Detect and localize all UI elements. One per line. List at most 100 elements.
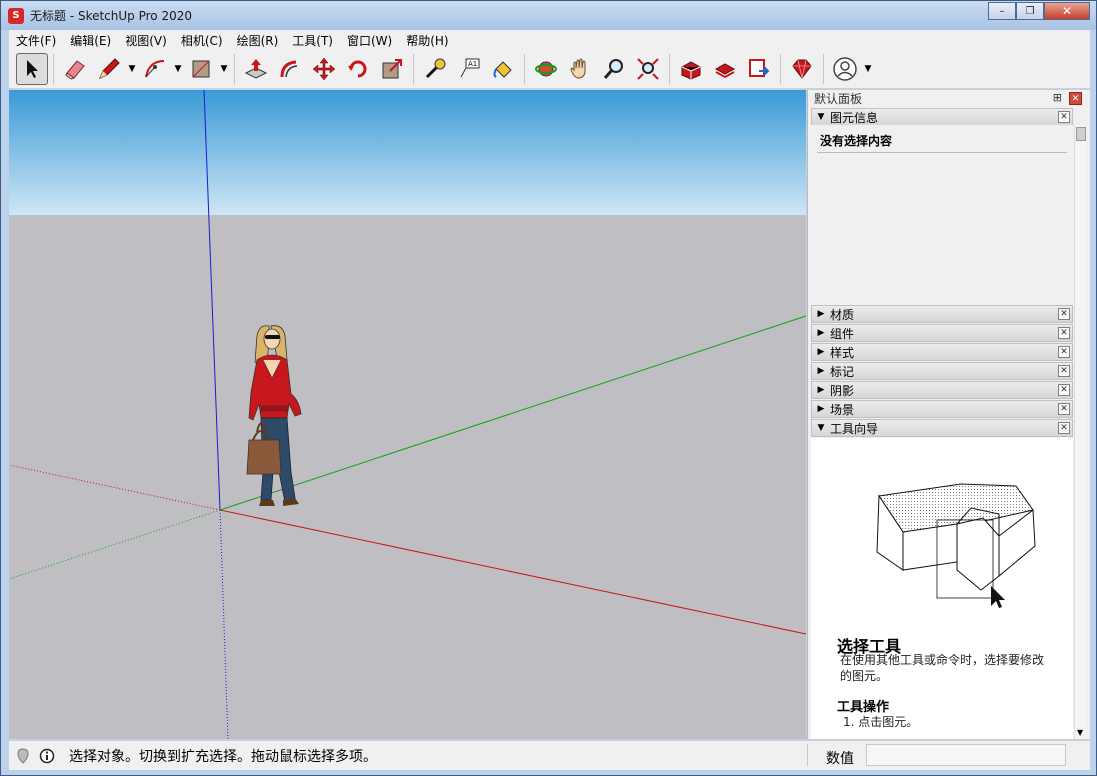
expanded-triangle-icon: ▼ bbox=[817, 112, 825, 122]
orbit-tool-button[interactable] bbox=[530, 53, 562, 85]
restore-button[interactable]: ❐ bbox=[1016, 2, 1044, 20]
tray-scenes[interactable]: ▶ 场景 ✕ bbox=[811, 400, 1073, 418]
arc-tool-button[interactable] bbox=[139, 53, 171, 85]
expanded-triangle-icon: ▼ bbox=[817, 423, 825, 433]
geolocation-icon[interactable] bbox=[13, 746, 33, 766]
tray-materials[interactable]: ▶ 材质 ✕ bbox=[811, 305, 1073, 323]
panel-title-bar: 默认面板 ⊞ ✕ bbox=[808, 90, 1090, 107]
offset-tool-button[interactable] bbox=[274, 53, 306, 85]
menu-window[interactable]: 窗口(W) bbox=[340, 32, 399, 49]
pin-icon[interactable]: ⊞ bbox=[1053, 91, 1062, 104]
arc-dropdown-icon[interactable]: ▼ bbox=[172, 53, 184, 85]
title-bar: S 无标题 - SketchUp Pro 2020 – ❐ ✕ bbox=[1, 1, 1096, 30]
push-pull-icon bbox=[244, 59, 268, 79]
tray-tags[interactable]: ▶ 标记 ✕ bbox=[811, 362, 1073, 380]
eraser-icon bbox=[65, 60, 85, 80]
window-title: 无标题 - SketchUp Pro 2020 bbox=[30, 9, 192, 23]
status-bar: 选择对象。切换到扩充选择。拖动鼠标选择多项。 数值 bbox=[9, 740, 1090, 770]
close-button[interactable]: ✕ bbox=[1044, 2, 1090, 20]
tray-close-icon[interactable]: ✕ bbox=[1058, 308, 1070, 320]
tray-close-icon[interactable]: ✕ bbox=[1058, 365, 1070, 377]
person-figure[interactable] bbox=[239, 322, 319, 512]
tape-measure-icon bbox=[425, 58, 446, 79]
guide-description: 在使用其他工具或命令时，选择要修改的图元。 bbox=[840, 653, 1045, 683]
send-to-layout-button[interactable] bbox=[743, 53, 775, 85]
tray-close-icon[interactable]: ✕ bbox=[1058, 346, 1070, 358]
pan-tool-button[interactable] bbox=[564, 53, 596, 85]
select-tool-button[interactable] bbox=[16, 53, 48, 85]
panel-close-icon[interactable]: ✕ bbox=[1069, 92, 1082, 105]
text-tool-button[interactable]: A1 bbox=[453, 53, 485, 85]
paint-bucket-icon bbox=[493, 61, 512, 78]
tray-instructor[interactable]: ▼ 工具向导 ✕ bbox=[811, 419, 1073, 437]
measurements-input[interactable] bbox=[866, 744, 1066, 766]
paint-bucket-tool-button[interactable] bbox=[487, 53, 519, 85]
entity-info-body: 没有选择内容 bbox=[811, 125, 1073, 306]
modeling-viewport[interactable] bbox=[9, 90, 806, 739]
3d-warehouse-button[interactable] bbox=[675, 53, 707, 85]
collapsed-triangle-icon: ▶ bbox=[817, 366, 825, 376]
ruby-console-button[interactable] bbox=[786, 53, 818, 85]
line-dropdown-icon[interactable]: ▼ bbox=[126, 53, 138, 85]
tray-entity-info[interactable]: ▼ 图元信息 ✕ bbox=[811, 108, 1073, 126]
account-dropdown-icon[interactable]: ▼ bbox=[862, 53, 874, 85]
divider bbox=[817, 152, 1067, 153]
tray-styles[interactable]: ▶ 样式 ✕ bbox=[811, 343, 1073, 361]
rectangle-icon bbox=[192, 60, 210, 78]
svg-text:A1: A1 bbox=[468, 60, 477, 68]
pencil-icon bbox=[99, 58, 120, 79]
zoom-extents-tool-button[interactable] bbox=[632, 53, 664, 85]
collapsed-triangle-icon: ▶ bbox=[817, 309, 825, 319]
rotate-tool-button[interactable] bbox=[342, 53, 374, 85]
tray-close-icon[interactable]: ✕ bbox=[1058, 384, 1070, 396]
tape-measure-tool-button[interactable] bbox=[419, 53, 451, 85]
tray-label: 阴影 bbox=[830, 383, 855, 398]
panel-scrollbar[interactable]: ▼ bbox=[1074, 125, 1086, 739]
menu-camera[interactable]: 相机(C) bbox=[174, 32, 230, 49]
default-tray-panel: 默认面板 ⊞ ✕ ▼ 图元信息 ✕ 没有选择内容 ▶ 材质 ✕ ▶ 组件 ✕ ▶… bbox=[807, 90, 1090, 739]
scroll-thumb[interactable] bbox=[1076, 127, 1086, 141]
tray-label: 标记 bbox=[830, 364, 855, 379]
no-selection-text: 没有选择内容 bbox=[820, 134, 893, 148]
tray-close-icon[interactable]: ✕ bbox=[1058, 111, 1070, 123]
scale-icon bbox=[382, 59, 402, 79]
select-arrow-icon bbox=[27, 60, 38, 78]
shape-tool-button[interactable] bbox=[185, 53, 217, 85]
extension-warehouse-button[interactable] bbox=[709, 53, 741, 85]
instructor-info-icon[interactable] bbox=[37, 746, 57, 766]
account-button[interactable] bbox=[829, 53, 861, 85]
tray-close-icon[interactable]: ✕ bbox=[1058, 422, 1070, 434]
menu-help[interactable]: 帮助(H) bbox=[399, 32, 455, 49]
menu-view[interactable]: 视图(V) bbox=[118, 32, 174, 49]
tray-shadows[interactable]: ▶ 阴影 ✕ bbox=[811, 381, 1073, 399]
menu-tools[interactable]: 工具(T) bbox=[285, 32, 340, 49]
scroll-down-icon[interactable]: ▼ bbox=[1077, 728, 1083, 737]
shape-dropdown-icon[interactable]: ▼ bbox=[218, 53, 230, 85]
scale-tool-button[interactable] bbox=[376, 53, 408, 85]
move-icon bbox=[312, 57, 336, 81]
red-axis-positive bbox=[219, 509, 806, 635]
menu-bar: 文件(F) 编辑(E) 视图(V) 相机(C) 绘图(R) 工具(T) 窗口(W… bbox=[9, 30, 1090, 50]
orbit-icon bbox=[535, 61, 557, 77]
red-axis-negative bbox=[9, 464, 221, 511]
ruby-icon bbox=[792, 59, 812, 79]
tray-close-icon[interactable]: ✕ bbox=[1058, 327, 1070, 339]
zoom-tool-button[interactable] bbox=[598, 53, 630, 85]
eraser-tool-button[interactable] bbox=[59, 53, 91, 85]
tray-components[interactable]: ▶ 组件 ✕ bbox=[811, 324, 1073, 342]
menu-draw[interactable]: 绘图(R) bbox=[230, 32, 286, 49]
panel-title: 默认面板 bbox=[814, 92, 863, 106]
move-tool-button[interactable] bbox=[308, 53, 340, 85]
menu-file[interactable]: 文件(F) bbox=[9, 32, 63, 49]
tray-label: 场景 bbox=[830, 402, 855, 417]
warehouse-icon bbox=[681, 61, 701, 80]
app-window: S 无标题 - SketchUp Pro 2020 – ❐ ✕ 文件(F) 编辑… bbox=[0, 0, 1097, 776]
push-pull-tool-button[interactable] bbox=[240, 53, 272, 85]
tray-close-icon[interactable]: ✕ bbox=[1058, 403, 1070, 415]
minimize-button[interactable]: – bbox=[988, 2, 1016, 20]
menu-edit[interactable]: 编辑(E) bbox=[63, 32, 118, 49]
collapsed-triangle-icon: ▶ bbox=[817, 385, 825, 395]
text-label-icon: A1 bbox=[460, 58, 480, 78]
line-tool-button[interactable] bbox=[93, 53, 125, 85]
collapsed-triangle-icon: ▶ bbox=[817, 347, 825, 357]
